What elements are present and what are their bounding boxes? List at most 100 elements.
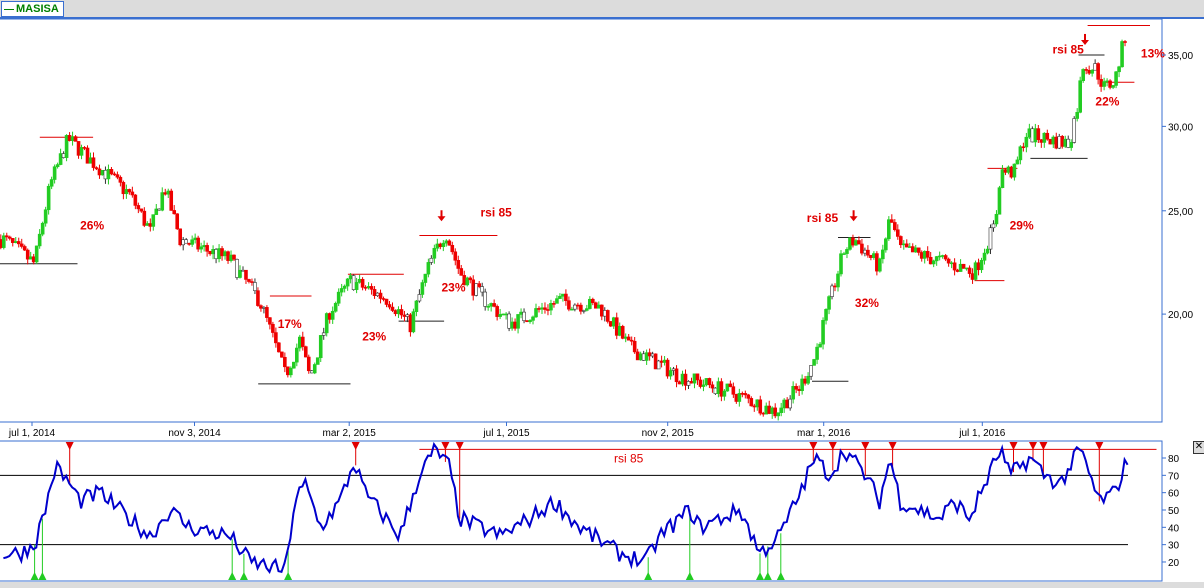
candle-body <box>752 405 757 408</box>
candle-body <box>901 243 906 246</box>
candle <box>719 378 724 402</box>
candle <box>964 267 969 271</box>
candle-body <box>701 384 706 387</box>
candle <box>698 376 703 389</box>
candle <box>124 184 129 199</box>
candle <box>842 251 846 255</box>
candle-body <box>979 259 984 271</box>
candle-body <box>55 164 60 168</box>
candle-body <box>357 278 362 283</box>
percent-annotation: 22% <box>1095 94 1119 108</box>
candle <box>1051 135 1056 148</box>
candle-body <box>614 317 619 336</box>
candle-body <box>1054 136 1059 149</box>
candle <box>468 276 473 284</box>
candle-body <box>794 386 798 390</box>
candle <box>366 282 371 290</box>
candle-body <box>1024 136 1029 148</box>
candle-body <box>10 238 15 243</box>
candle <box>743 390 748 399</box>
down-arrow-icon <box>437 210 446 222</box>
candle <box>737 388 742 407</box>
candle <box>812 358 816 366</box>
candle <box>49 176 54 190</box>
candle-body <box>884 238 888 251</box>
candle-body <box>907 246 912 248</box>
candle <box>913 244 918 253</box>
candle <box>1003 167 1008 176</box>
candle <box>480 282 484 297</box>
candle-body <box>910 246 915 253</box>
candle <box>450 241 455 255</box>
candle-body <box>109 169 114 175</box>
candle <box>910 243 915 253</box>
candle <box>531 315 535 325</box>
candle <box>187 242 191 246</box>
candle <box>417 289 422 303</box>
candle <box>779 402 783 417</box>
candle-body <box>779 407 783 414</box>
candle <box>28 251 33 260</box>
candle <box>961 263 966 269</box>
candle-body <box>788 398 792 409</box>
annotations: 26% 17% 23% 23% rsi 85 32% rsi 85 29% 22% rsi 85 1… <box>80 33 1165 343</box>
candle <box>749 396 754 407</box>
candle <box>1069 139 1074 151</box>
candle-body <box>821 320 825 345</box>
candle <box>758 395 763 416</box>
candle <box>10 238 15 247</box>
candle-body <box>268 317 272 325</box>
candle-body <box>504 313 508 316</box>
candle <box>453 248 458 266</box>
candle-body <box>988 227 993 250</box>
candle <box>588 296 592 310</box>
candle <box>513 318 517 331</box>
candle <box>202 240 206 252</box>
sell-triangle-icon <box>828 442 837 450</box>
candle-body <box>97 168 102 176</box>
candle <box>339 283 344 297</box>
sell-triangle-icon <box>1009 442 1018 450</box>
candle <box>402 310 407 322</box>
candle-body <box>1081 69 1085 81</box>
candle-body <box>112 173 117 176</box>
candle-body <box>797 388 801 391</box>
candle-body <box>199 246 203 250</box>
candle <box>73 135 78 142</box>
candle-body <box>582 310 586 312</box>
candle-body <box>599 304 604 317</box>
candle-body <box>662 359 667 363</box>
candle <box>752 403 757 412</box>
candle <box>614 312 619 340</box>
candle-body <box>728 383 733 387</box>
candle <box>46 183 51 215</box>
candle <box>363 285 368 291</box>
candle <box>115 171 120 180</box>
candle-body <box>142 210 147 226</box>
candle <box>226 250 230 264</box>
candle-body <box>749 398 754 407</box>
candle-body <box>516 314 520 329</box>
candle-body <box>100 169 105 176</box>
rsi-tick-label: 50 <box>1168 506 1180 517</box>
candle-body <box>40 222 45 235</box>
candle-body <box>91 157 96 168</box>
candle-body <box>611 317 616 327</box>
candle-body <box>148 223 153 227</box>
candle <box>25 248 30 265</box>
candle <box>967 265 972 278</box>
candle <box>501 313 505 316</box>
candle-body <box>546 309 550 311</box>
candle <box>70 131 75 146</box>
candle <box>396 306 401 318</box>
close-panel-button[interactable]: ✕ <box>1193 441 1204 454</box>
candle-body <box>1045 132 1050 140</box>
candle-body <box>1093 63 1097 71</box>
candle <box>408 313 413 337</box>
candle <box>653 353 658 370</box>
date-tick-label: nov 2, 2015 <box>642 428 695 439</box>
candle-body <box>64 135 69 158</box>
candle <box>429 255 434 265</box>
candle-body <box>895 229 900 237</box>
candle <box>1012 163 1017 181</box>
